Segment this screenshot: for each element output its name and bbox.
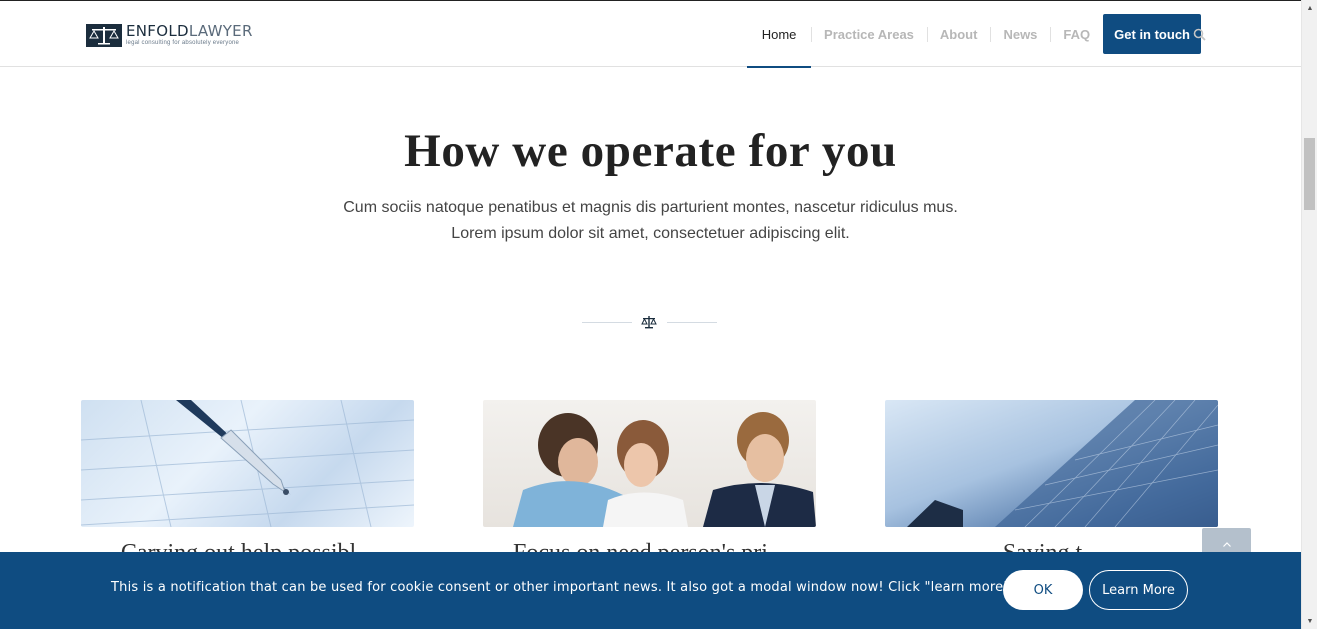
- search-button[interactable]: [1166, 1, 1232, 67]
- subtext-line-2: Lorem ipsum dolor sit amet, consectetuer…: [451, 225, 850, 242]
- logo-name: ENFOLDLAWYER: [126, 22, 253, 40]
- main-nav: Home Practice Areas About News FAQ Get i…: [747, 1, 1201, 68]
- cookie-consent-bar: This is a notification that can be used …: [0, 552, 1301, 629]
- cookie-learn-more-button[interactable]: Learn More: [1089, 570, 1188, 610]
- scales-logo-icon: [86, 23, 122, 47]
- cookie-message: This is a notification that can be used …: [111, 580, 1074, 595]
- cookie-ok-button[interactable]: OK: [1003, 570, 1083, 610]
- site-header: ENFOLDLAWYER legal consulting for absolu…: [0, 0, 1301, 68]
- pen-on-form-image[interactable]: [81, 400, 414, 527]
- scroll-down-arrow-icon[interactable]: ▼: [1302, 613, 1317, 629]
- section-subtext: Cum sociis natoque penatibus et magnis d…: [0, 195, 1301, 247]
- scroll-up-arrow-icon[interactable]: ▲: [1302, 0, 1317, 16]
- consultation-meeting-image[interactable]: [483, 400, 816, 527]
- chevron-up-icon: [1222, 542, 1231, 547]
- office-building-image[interactable]: [885, 400, 1218, 527]
- scrollbar-thumb[interactable]: [1304, 138, 1315, 210]
- section-divider: [582, 312, 717, 332]
- scales-icon: [641, 316, 657, 329]
- nav-item-about[interactable]: About: [926, 1, 991, 67]
- nav-item-practice-areas[interactable]: Practice Areas: [811, 1, 927, 67]
- subtext-line-1: Cum sociis natoque penatibus et magnis d…: [343, 199, 958, 216]
- logo-tagline: legal consulting for absolutely everyone: [126, 40, 240, 46]
- site-logo[interactable]: ENFOLDLAWYER legal consulting for absolu…: [86, 22, 253, 48]
- page-scrollbar[interactable]: ▲ ▼: [1301, 0, 1317, 629]
- nav-item-faq[interactable]: FAQ: [1050, 1, 1103, 67]
- search-icon: [1193, 28, 1206, 41]
- nav-item-news[interactable]: News: [990, 1, 1050, 67]
- section-heading: How we operate for you: [404, 125, 897, 177]
- nav-item-home[interactable]: Home: [747, 1, 812, 68]
